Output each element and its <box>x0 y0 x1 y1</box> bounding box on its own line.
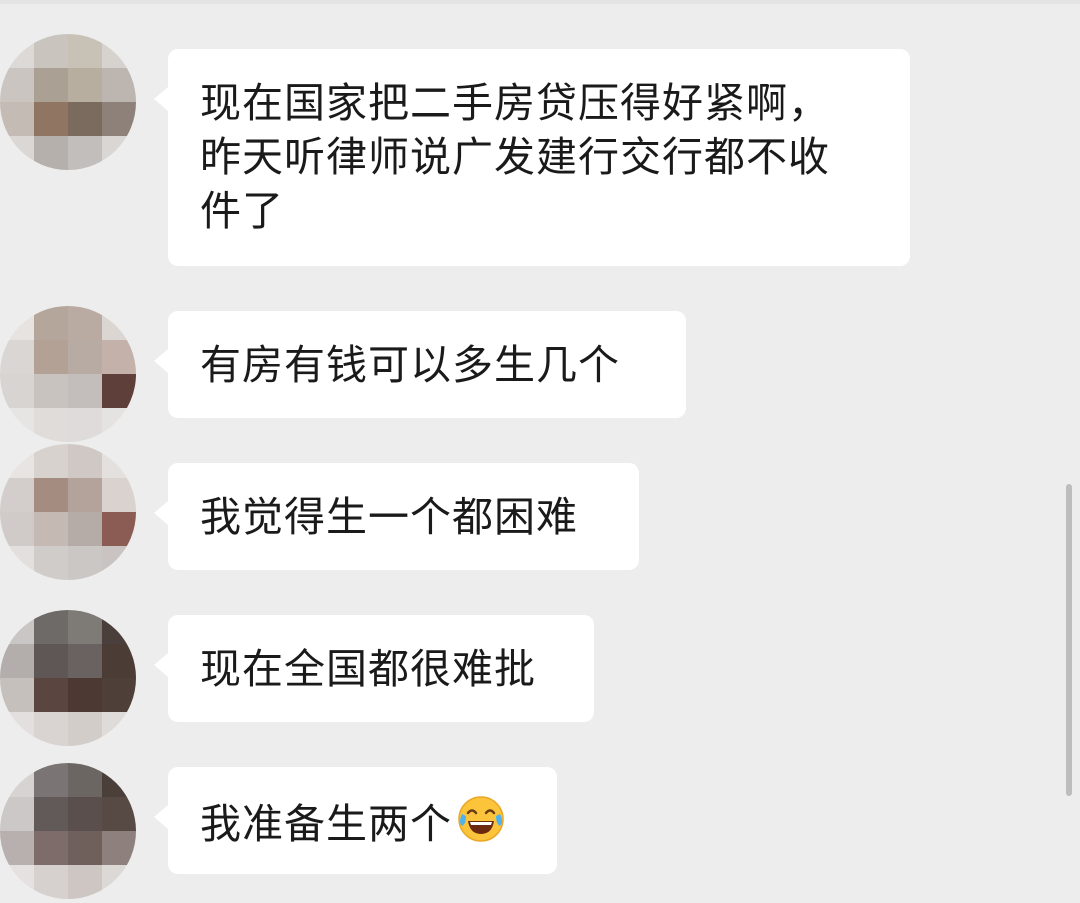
message-text-line: 件了 <box>200 187 284 235</box>
scrollbar[interactable] <box>1066 484 1072 796</box>
message-text-line: 现在国家把二手房贷压得好紧啊， <box>200 79 830 127</box>
message-bubble[interactable]: 我觉得生一个都困难 <box>154 463 639 570</box>
face-with-tears-of-joy-icon <box>458 796 504 842</box>
message-text-line: 昨天听律师说广发建行交行都不收 <box>200 133 830 181</box>
avatar[interactable] <box>0 763 136 899</box>
avatar[interactable] <box>0 610 136 746</box>
message-text: 有房有钱可以多生几个 <box>200 341 620 389</box>
message-bubble[interactable]: 我准备生两个 <box>154 767 557 874</box>
message-bubble[interactable]: 现在国家把二手房贷压得好紧啊， 昨天听律师说广发建行交行都不收 件了 <box>154 49 910 266</box>
avatar[interactable] <box>0 34 136 170</box>
avatar[interactable] <box>0 444 136 580</box>
top-divider <box>0 0 1080 4</box>
message-text: 我觉得生一个都困难 <box>200 493 578 541</box>
message-text: 现在全国都很难批 <box>200 645 536 693</box>
avatar[interactable] <box>0 306 136 442</box>
message-text: 我准备生两个 <box>200 800 452 848</box>
message-bubble[interactable]: 有房有钱可以多生几个 <box>154 311 686 418</box>
message-bubble[interactable]: 现在全国都很难批 <box>154 615 594 722</box>
